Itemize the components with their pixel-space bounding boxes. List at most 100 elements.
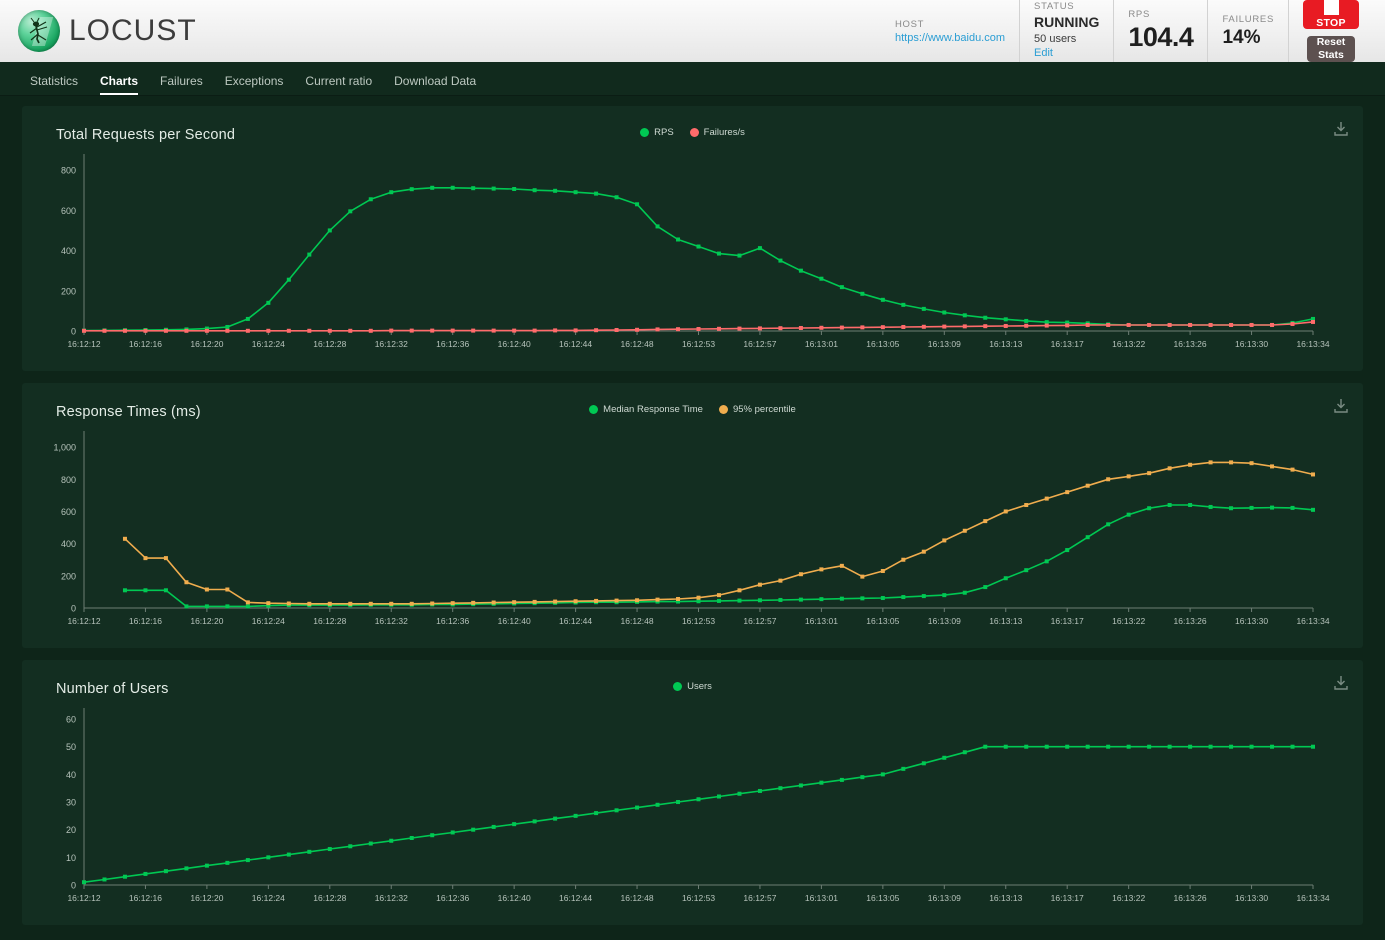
tab-failures[interactable]: Failures xyxy=(160,74,203,95)
tab-statistics[interactable]: Statistics xyxy=(30,74,78,95)
download-icon[interactable] xyxy=(1333,675,1349,691)
legend-label-rps: RPS xyxy=(654,126,674,138)
main-nav: Statistics Charts Failures Exceptions Cu… xyxy=(0,62,1385,96)
stop-button[interactable]: STOP xyxy=(1303,0,1359,29)
svg-text:0: 0 xyxy=(71,881,76,891)
svg-text:1,000: 1,000 xyxy=(53,443,76,453)
tab-download-data[interactable]: Download Data xyxy=(394,74,476,95)
svg-text:16:13:05: 16:13:05 xyxy=(866,616,899,626)
svg-text:10: 10 xyxy=(66,853,76,863)
legend-label-users: Users xyxy=(687,680,712,692)
chart-title-users: Number of Users xyxy=(56,681,169,697)
header-actions: STOP Reset Stats xyxy=(1288,0,1373,63)
legend-item-failures[interactable]: Failures/s xyxy=(689,126,745,138)
legend-item-rps[interactable]: RPS xyxy=(640,127,674,138)
stop-square-icon xyxy=(1323,0,1339,15)
download-icon[interactable] xyxy=(1333,398,1349,414)
svg-text:16:13:17: 16:13:17 xyxy=(1051,893,1084,903)
reset-stats-button[interactable]: Reset Stats xyxy=(1307,35,1355,63)
svg-text:16:13:30: 16:13:30 xyxy=(1235,616,1268,626)
svg-text:16:12:53: 16:12:53 xyxy=(682,339,715,349)
svg-text:16:12:32: 16:12:32 xyxy=(375,893,408,903)
svg-text:30: 30 xyxy=(66,798,76,808)
legend-response: Median Response Time 95% percentile xyxy=(36,401,1349,417)
svg-text:600: 600 xyxy=(61,206,76,216)
svg-text:16:13:13: 16:13:13 xyxy=(989,339,1022,349)
svg-text:600: 600 xyxy=(61,507,76,517)
stat-rps-value: 104.4 xyxy=(1128,22,1194,52)
panel-response-times: Response Times (ms) Median Response Time… xyxy=(22,383,1363,648)
svg-text:400: 400 xyxy=(61,246,76,256)
edit-link[interactable]: Edit xyxy=(1034,46,1099,60)
tab-exceptions[interactable]: Exceptions xyxy=(225,74,284,95)
svg-text:16:13:26: 16:13:26 xyxy=(1174,339,1207,349)
bug-glyph-icon xyxy=(29,17,48,44)
svg-text:16:13:09: 16:13:09 xyxy=(928,893,961,903)
stat-status-label: STATUS xyxy=(1034,1,1075,13)
legend-item-percentile[interactable]: 95% percentile xyxy=(718,404,796,415)
svg-text:16:12:48: 16:12:48 xyxy=(621,616,654,626)
svg-text:20: 20 xyxy=(66,825,76,835)
legend-dot-median xyxy=(589,404,599,414)
tab-current-ratio[interactable]: Current ratio xyxy=(305,74,372,95)
svg-text:16:12:24: 16:12:24 xyxy=(252,616,285,626)
svg-text:16:12:32: 16:12:32 xyxy=(375,616,408,626)
svg-text:16:12:20: 16:12:20 xyxy=(190,339,223,349)
svg-text:16:13:17: 16:13:17 xyxy=(1051,339,1084,349)
svg-text:16:12:24: 16:12:24 xyxy=(252,893,285,903)
svg-text:16:13:22: 16:13:22 xyxy=(1112,893,1145,903)
svg-text:16:12:12: 16:12:12 xyxy=(67,616,100,626)
stat-host-value[interactable]: https://www.baidu.com xyxy=(895,32,1005,44)
svg-text:16:12:57: 16:12:57 xyxy=(743,893,776,903)
svg-text:16:12:20: 16:12:20 xyxy=(190,616,223,626)
stat-rps-label: RPS xyxy=(1128,9,1151,20)
svg-text:16:12:28: 16:12:28 xyxy=(313,339,346,349)
panel-number-of-users: Number of Users Users 0 10 20 30 40 50 60 16:12… xyxy=(22,660,1363,925)
svg-text:16:12:16: 16:12:16 xyxy=(129,616,162,626)
header-stats: HOST https://www.baidu.com STATUS RUNNIN… xyxy=(881,0,1385,63)
svg-text:16:12:36: 16:12:36 xyxy=(436,616,469,626)
svg-text:16:13:34: 16:13:34 xyxy=(1296,893,1329,903)
legend-item-users[interactable]: Users xyxy=(673,681,712,692)
svg-text:0: 0 xyxy=(71,604,76,614)
svg-text:16:12:53: 16:12:53 xyxy=(682,893,715,903)
locust-bug-icon xyxy=(18,10,60,52)
stat-failures-label: FAILURES xyxy=(1222,13,1274,25)
svg-text:16:12:53: 16:12:53 xyxy=(682,616,715,626)
download-icon[interactable] xyxy=(1333,121,1349,137)
stat-rps: RPS 104.4 xyxy=(1113,0,1207,62)
svg-text:16:13:26: 16:13:26 xyxy=(1174,893,1207,903)
stat-host-label: HOST xyxy=(894,18,925,30)
svg-text:16:13:13: 16:13:13 xyxy=(989,893,1022,903)
charts-container: Total Requests per Second RPS Failures/s… xyxy=(0,96,1385,925)
panel-total-rps: Total Requests per Second RPS Failures/s… xyxy=(22,106,1363,371)
svg-text:16:13:01: 16:13:01 xyxy=(805,339,838,349)
svg-text:16:13:22: 16:13:22 xyxy=(1112,616,1145,626)
stat-status-value: RUNNING xyxy=(1034,14,1100,31)
svg-text:16:12:48: 16:12:48 xyxy=(621,893,654,903)
svg-text:16:13:09: 16:13:09 xyxy=(928,616,961,626)
legend-dot-users xyxy=(673,681,683,691)
svg-text:16:12:16: 16:12:16 xyxy=(129,339,162,349)
logo[interactable]: LOCUST xyxy=(0,10,197,52)
svg-text:16:13:17: 16:13:17 xyxy=(1051,616,1084,626)
chart-title-response: Response Times (ms) xyxy=(56,404,201,420)
legend-label-failures: Failures/s xyxy=(703,126,745,138)
stat-failures: FAILURES 14% xyxy=(1207,0,1288,62)
chart-canvas-users: 0 10 20 30 40 50 60 16:12:12 16:12:16 16:12:20 16:… xyxy=(66,708,1330,903)
svg-text:200: 200 xyxy=(61,571,76,581)
svg-text:16:13:26: 16:13:26 xyxy=(1174,616,1207,626)
svg-text:16:12:36: 16:12:36 xyxy=(436,339,469,349)
svg-text:16:12:12: 16:12:12 xyxy=(67,893,100,903)
svg-text:16:13:01: 16:13:01 xyxy=(805,893,838,903)
stat-host: HOST https://www.baidu.com xyxy=(881,0,1019,62)
app-header: LOCUST HOST https://www.baidu.com STATUS… xyxy=(0,0,1385,63)
legend-item-median[interactable]: Median Response Time xyxy=(589,404,703,415)
tab-charts[interactable]: Charts xyxy=(100,74,139,95)
svg-text:16:12:40: 16:12:40 xyxy=(498,339,531,349)
svg-text:16:12:16: 16:12:16 xyxy=(129,893,162,903)
chart-title-rps: Total Requests per Second xyxy=(56,127,236,143)
svg-text:16:12:28: 16:12:28 xyxy=(313,893,346,903)
stat-failures-value: 14% xyxy=(1222,26,1261,48)
svg-text:50: 50 xyxy=(66,742,76,752)
